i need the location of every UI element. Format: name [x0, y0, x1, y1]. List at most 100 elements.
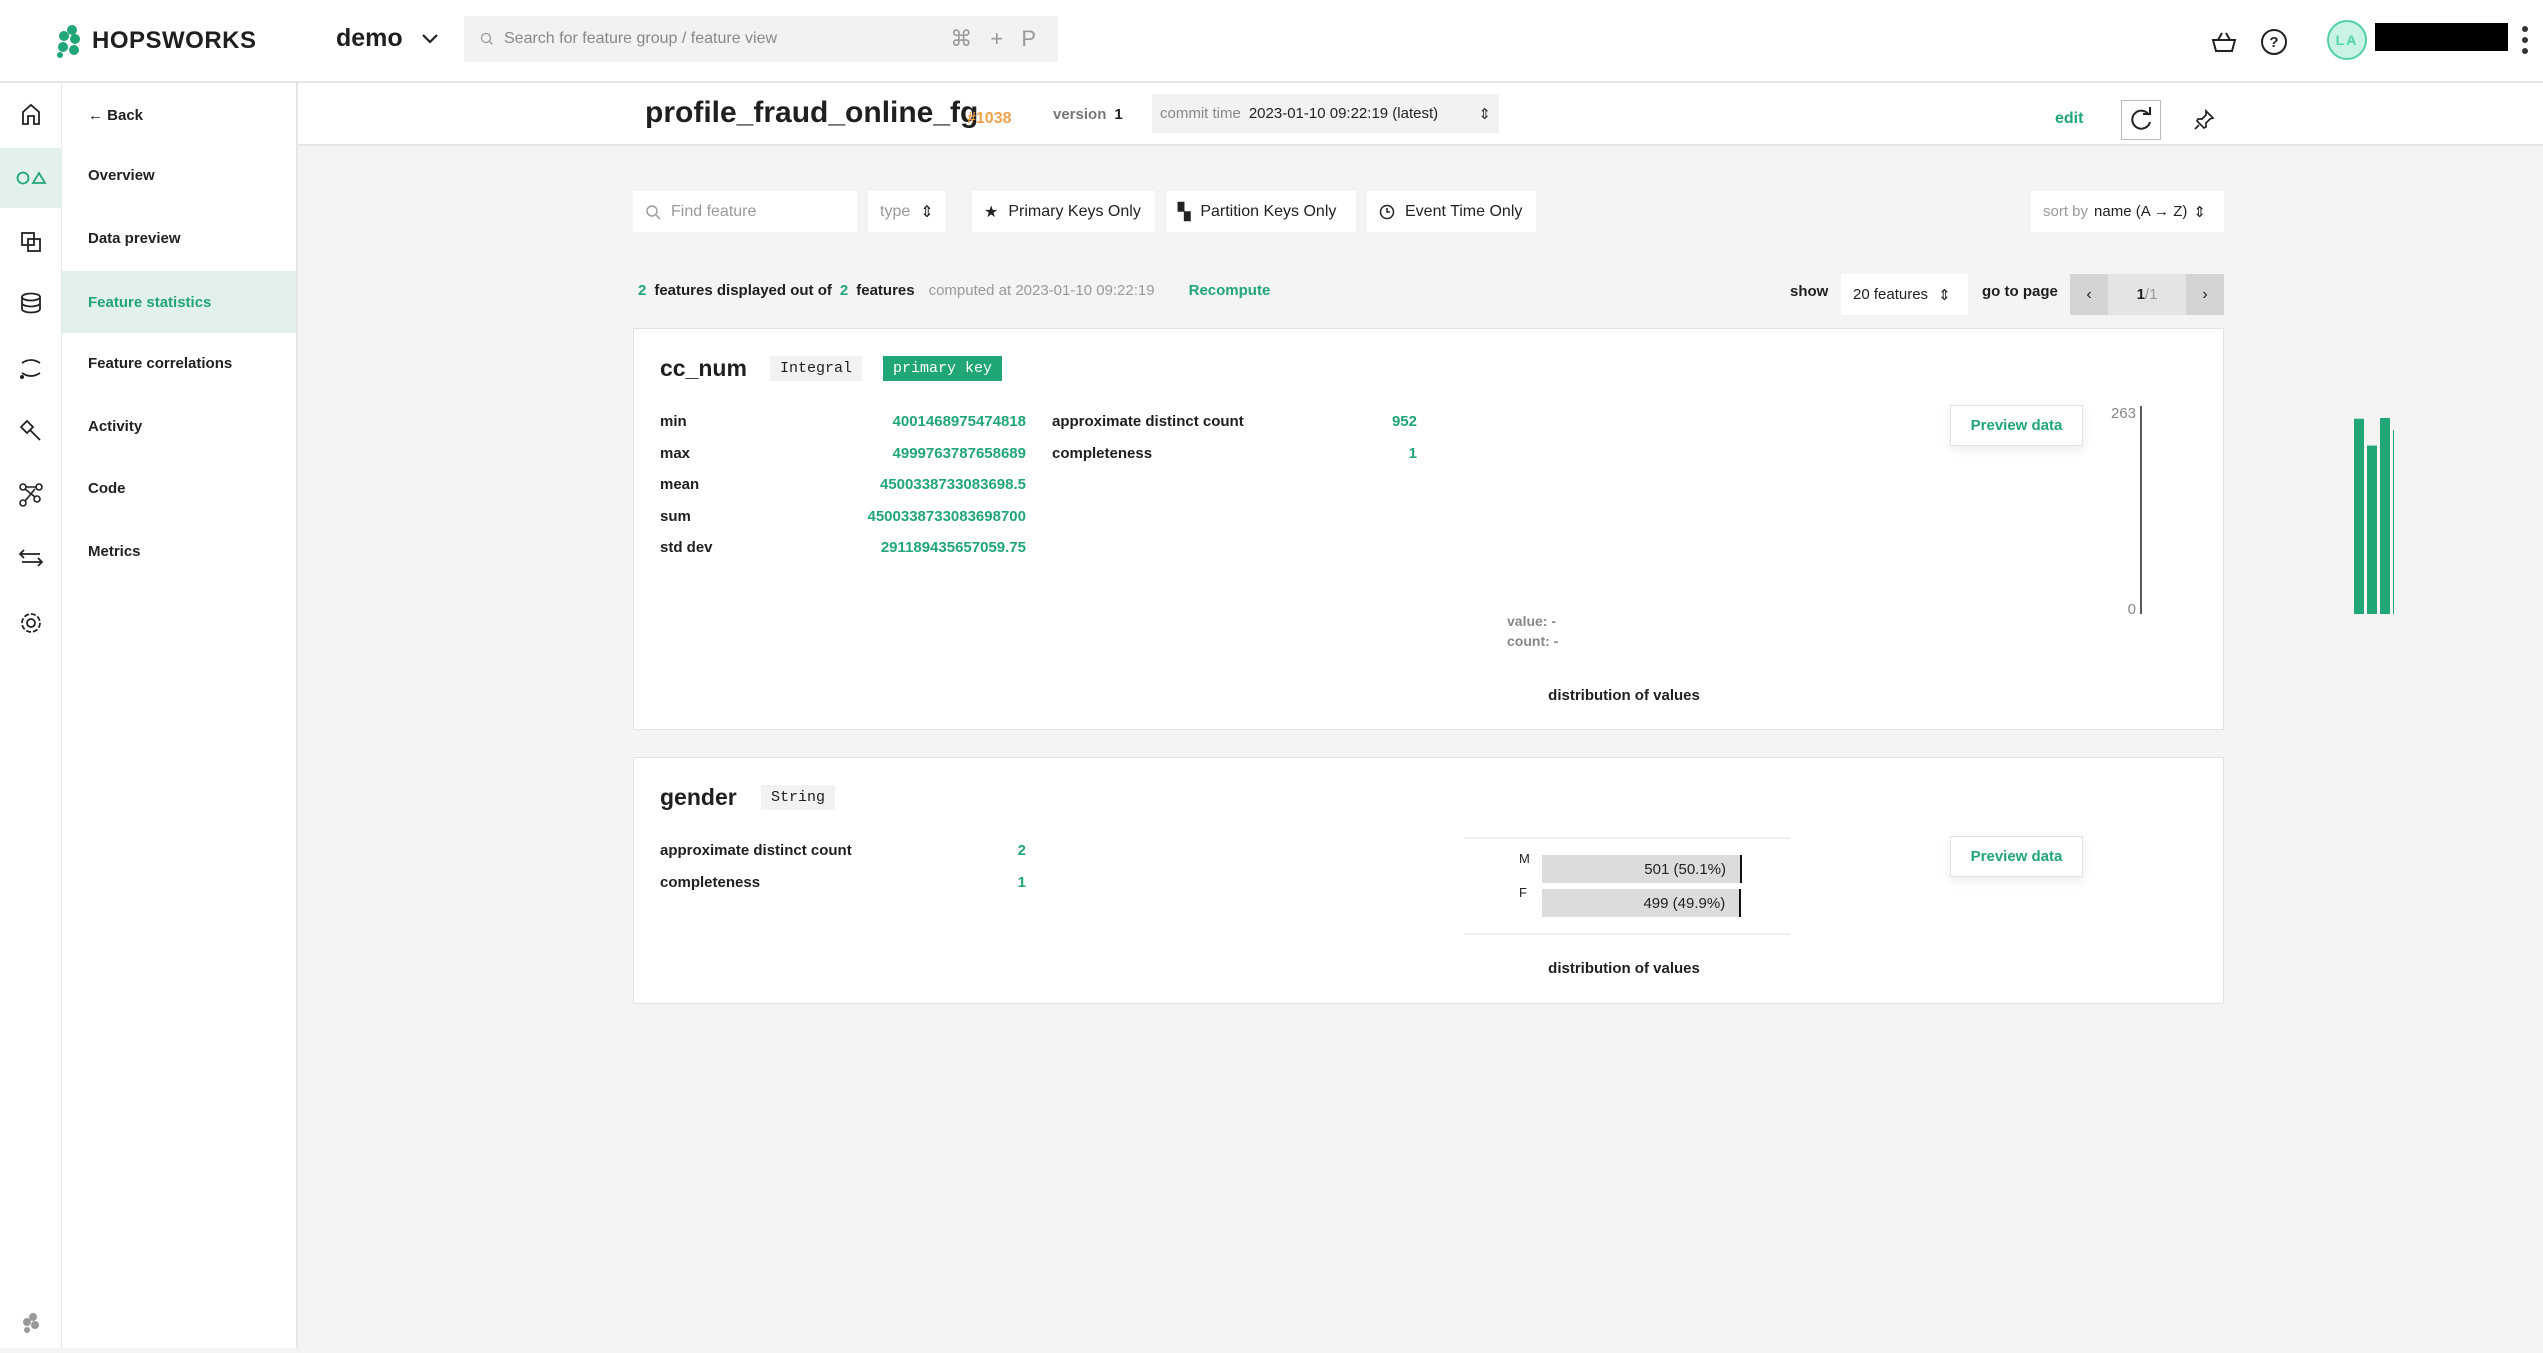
- hopsworks-logo[interactable]: HOPSWORKS: [54, 24, 257, 58]
- version-value: 1: [1114, 106, 1123, 123]
- basket-button[interactable]: [2204, 22, 2244, 62]
- sidebar-item-metrics[interactable]: Metrics: [62, 520, 296, 582]
- histogram-bar[interactable]: [2354, 418, 2364, 614]
- sidebar-item-data-preview[interactable]: Data preview: [62, 207, 296, 269]
- bar-value-label: 501 (50.1%): [1644, 860, 1726, 878]
- rail-bottom-logo: [0, 1293, 62, 1353]
- category-label: F: [1519, 885, 1527, 900]
- rail-feature-store[interactable]: [0, 148, 62, 208]
- hammer-icon: [19, 419, 41, 441]
- feature-views-icon: [21, 232, 41, 252]
- histogram-bar[interactable]: [2367, 445, 2377, 614]
- rail-models[interactable]: [0, 465, 62, 525]
- sidebar-item-feature-statistics[interactable]: Feature statistics: [62, 271, 296, 333]
- features-summary: 2 features displayed out of 2 features c…: [638, 282, 1270, 299]
- primary-keys-label: Primary Keys Only: [1008, 202, 1141, 220]
- pagination: ‹ 1/1 ›: [2070, 274, 2224, 315]
- type-select[interactable]: type ⇕: [868, 191, 946, 232]
- search-placeholder: Search for feature group / feature view: [504, 30, 778, 47]
- global-search-input[interactable]: Search for feature group / feature view …: [464, 16, 1058, 62]
- stat-label: sum: [660, 507, 691, 525]
- transfer-icon: [18, 549, 44, 567]
- y-tick-label: 263: [2111, 405, 2136, 422]
- back-link[interactable]: ← Back: [62, 84, 296, 146]
- feature-card-cc-num: cc_num Integral primary key min 400146897…: [633, 328, 2394, 730]
- rail-pipelines[interactable]: [0, 338, 62, 398]
- rail-transfer[interactable]: [0, 528, 62, 588]
- sidebar-item-activity[interactable]: Activity: [62, 395, 296, 457]
- rail-jobs[interactable]: [0, 401, 62, 461]
- find-feature-input[interactable]: Find feature: [633, 191, 857, 232]
- next-page-button[interactable]: ›: [2186, 274, 2224, 315]
- refresh-button[interactable]: [2121, 100, 2161, 140]
- help-button[interactable]: ?: [2254, 22, 2294, 62]
- histogram-bar[interactable]: [2380, 418, 2390, 614]
- commit-time-select[interactable]: commit time 2023-01-10 09:22:19 (latest)…: [1152, 94, 1499, 133]
- model-graph-icon: [19, 483, 43, 507]
- edit-link[interactable]: edit: [2055, 110, 2083, 128]
- computed-at: computed at 2023-01-10 09:22:19: [928, 282, 1155, 299]
- project-name: demo: [336, 24, 403, 52]
- current-page: 1: [2136, 286, 2145, 303]
- prev-page-button[interactable]: ‹: [2070, 274, 2108, 315]
- category-bar[interactable]: 501 (50.1%): [1542, 855, 1742, 883]
- sort-select[interactable]: sort by name (A → Z) ⇕: [2031, 191, 2224, 232]
- sidebar-item-feature-correlations[interactable]: Feature correlations: [62, 332, 296, 394]
- feature-name: cc_num: [660, 355, 747, 381]
- page-size-select[interactable]: 20 features ⇕: [1841, 274, 1968, 315]
- avatar[interactable]: LA: [2327, 20, 2367, 60]
- event-time-filter[interactable]: Event Time Only: [1367, 191, 1536, 232]
- show-label: show: [1790, 283, 1829, 300]
- sort-arrows-icon: ⇕: [1478, 105, 1491, 123]
- event-time-label: Event Time Only: [1405, 202, 1523, 220]
- category-bar[interactable]: 499 (49.9%): [1542, 889, 1742, 917]
- hover-value: value: -: [1507, 613, 1557, 629]
- feature-group-sidebar: ← Back Overview Data preview Feature sta…: [62, 83, 298, 1348]
- rail-storage[interactable]: [0, 273, 62, 333]
- rail-home[interactable]: [0, 84, 62, 144]
- stat-label: max: [660, 444, 691, 462]
- category-label: M: [1519, 851, 1530, 866]
- brand-name: HOPSWORKS: [92, 27, 257, 54]
- partition-keys-filter[interactable]: ▚ Partition Keys Only: [1166, 191, 1356, 232]
- refresh-icon: [2131, 107, 2151, 130]
- basket-icon: [2211, 32, 2237, 52]
- feature-store-icon: [16, 171, 47, 185]
- version: version 1: [1053, 106, 1123, 123]
- stat-value: 4001468975474818: [892, 413, 1026, 430]
- pipelines-icon: [20, 359, 41, 379]
- pin-button[interactable]: [2188, 104, 2220, 136]
- feature-group-id: #1038: [967, 110, 1012, 127]
- stat-value: 1: [1408, 444, 1417, 462]
- primary-keys-filter[interactable]: ★ Primary Keys Only: [972, 191, 1155, 232]
- rail-settings[interactable]: [0, 593, 62, 653]
- displayed-count: 2: [638, 282, 647, 299]
- y-tick-label: 0: [2128, 601, 2136, 618]
- stat-value: 952: [1391, 413, 1417, 430]
- search-shortcut: ⌘ + P: [950, 26, 1042, 51]
- chevron-down-icon: [421, 33, 438, 44]
- partition-icon: ▚: [1178, 203, 1191, 221]
- more-menu-button[interactable]: [2520, 24, 2530, 61]
- preview-data-button[interactable]: Preview data: [1950, 405, 2083, 446]
- project-selector[interactable]: demo: [336, 24, 439, 53]
- summary-text: features displayed out of: [654, 282, 832, 299]
- pin-icon: [2194, 109, 2215, 130]
- preview-data-button[interactable]: Preview data: [1950, 836, 2083, 877]
- rail-feature-views[interactable]: [0, 212, 62, 272]
- histogram-bar[interactable]: [2393, 429, 2394, 614]
- sidebar-item-overview[interactable]: Overview: [62, 144, 296, 206]
- distribution-label: distribution of values: [1548, 687, 1700, 704]
- hopsworks-logo-icon: [57, 25, 80, 58]
- page-input[interactable]: 1/1: [2108, 274, 2186, 315]
- distribution-label: distribution of values: [1548, 960, 1700, 977]
- commit-value: 2023-01-10 09:22:19 (latest): [1248, 105, 1439, 122]
- recompute-button[interactable]: Recompute: [1189, 282, 1271, 299]
- sidebar-item-code[interactable]: Code: [62, 457, 296, 519]
- primary-key-badge: primary key: [883, 356, 1003, 381]
- page-title: profile_fraud_online_fg: [645, 96, 979, 129]
- partition-keys-label: Partition Keys Only: [1200, 202, 1337, 220]
- settings-icon: [21, 613, 41, 633]
- type-badge: String: [761, 785, 836, 810]
- stat-label: mean: [660, 476, 700, 493]
